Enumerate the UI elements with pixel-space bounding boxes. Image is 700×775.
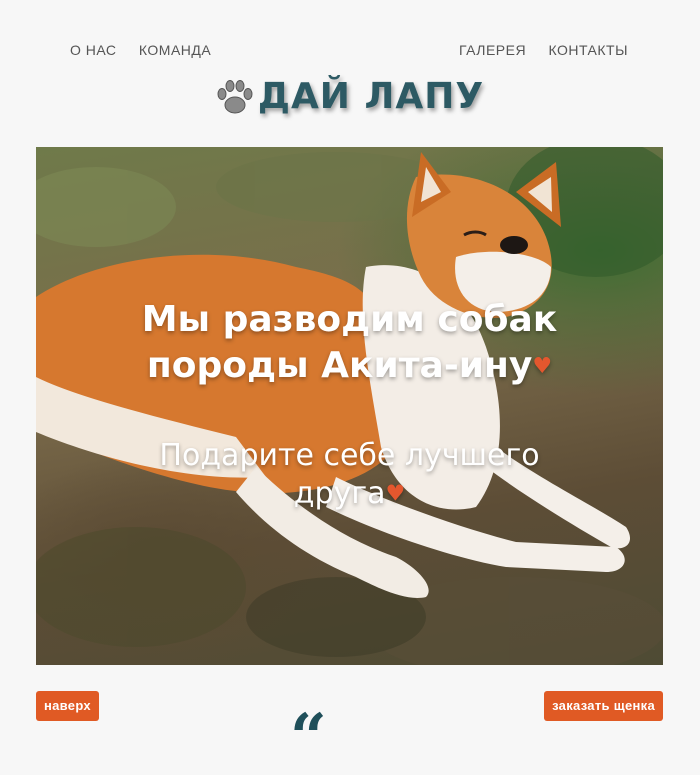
site-logo[interactable]: ДАЙ ЛАПУ xyxy=(0,76,700,122)
hero-text: Мы разводим собак породы Акита-ину♥ Пода… xyxy=(36,147,663,665)
hero-sub-line2: друга xyxy=(293,476,386,511)
scroll-top-button[interactable]: наверх xyxy=(36,691,99,721)
hero-headline-line2-wrap: породы Акита-ину♥ xyxy=(36,343,663,390)
hero-banner: Мы разводим собак породы Акита-ину♥ Пода… xyxy=(36,147,663,665)
quote-icon: “ xyxy=(290,700,327,775)
nav-right: ГАЛЕРЕЯ КОНТАКТЫ xyxy=(441,42,628,58)
paw-icon xyxy=(217,79,253,113)
nav-left: О НАС КОМАНДА xyxy=(70,42,229,58)
logo-text: ДАЙ ЛАПУ xyxy=(257,76,485,117)
hero-headline-line2: породы Акита-ину xyxy=(146,345,533,386)
hero-sub-line2-wrap: друга♥ xyxy=(36,475,663,514)
heart-icon: ♥ xyxy=(385,481,406,507)
nav-link-team[interactable]: КОМАНДА xyxy=(139,42,211,58)
nav-link-gallery[interactable]: ГАЛЕРЕЯ xyxy=(459,42,526,58)
hero-headline: Мы разводим собак породы Акита-ину♥ xyxy=(36,297,663,390)
heart-icon: ♥ xyxy=(532,354,553,379)
nav-link-about[interactable]: О НАС xyxy=(70,42,117,58)
hero-headline-line1: Мы разводим собак xyxy=(141,299,558,340)
order-puppy-button[interactable]: заказать щенка xyxy=(544,691,663,721)
nav-link-contacts[interactable]: КОНТАКТЫ xyxy=(548,42,628,58)
hero-subheadline: Подарите себе лучшего друга♥ xyxy=(36,437,663,514)
hero-sub-line1: Подарите себе лучшего xyxy=(159,438,540,473)
